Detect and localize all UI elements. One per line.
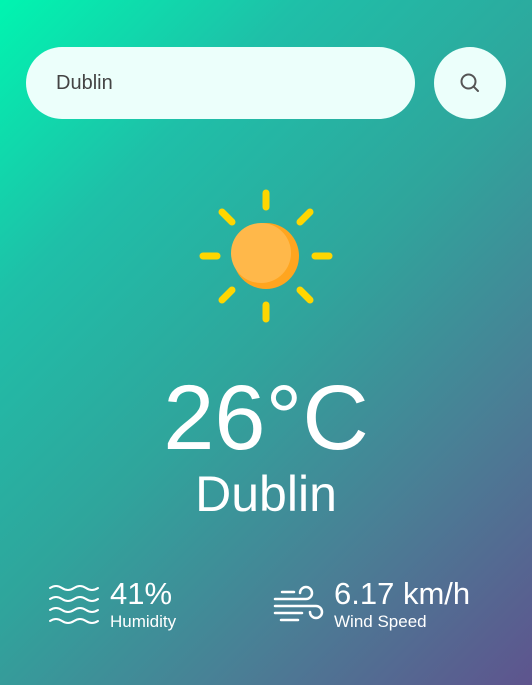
search-button[interactable] [434,47,506,119]
search-bar [26,47,506,119]
temperature-value: 26°C [163,367,369,469]
humidity-waves-icon [48,578,100,630]
wind-speed-value: 6.17 km/h [334,576,471,611]
wind-speed-label: Wind Speed [334,612,427,631]
wind-detail: 6.17 km/h Wind Speed [272,576,470,632]
city-name: Dublin [195,466,337,522]
search-icon [458,71,482,95]
wind-icon [272,578,324,630]
city-search-input[interactable] [26,47,415,119]
humidity-detail: 41% Humidity [48,576,176,632]
sun-icon [195,188,337,326]
humidity-value: 41% [110,576,173,611]
humidity-label: Humidity [110,612,177,631]
